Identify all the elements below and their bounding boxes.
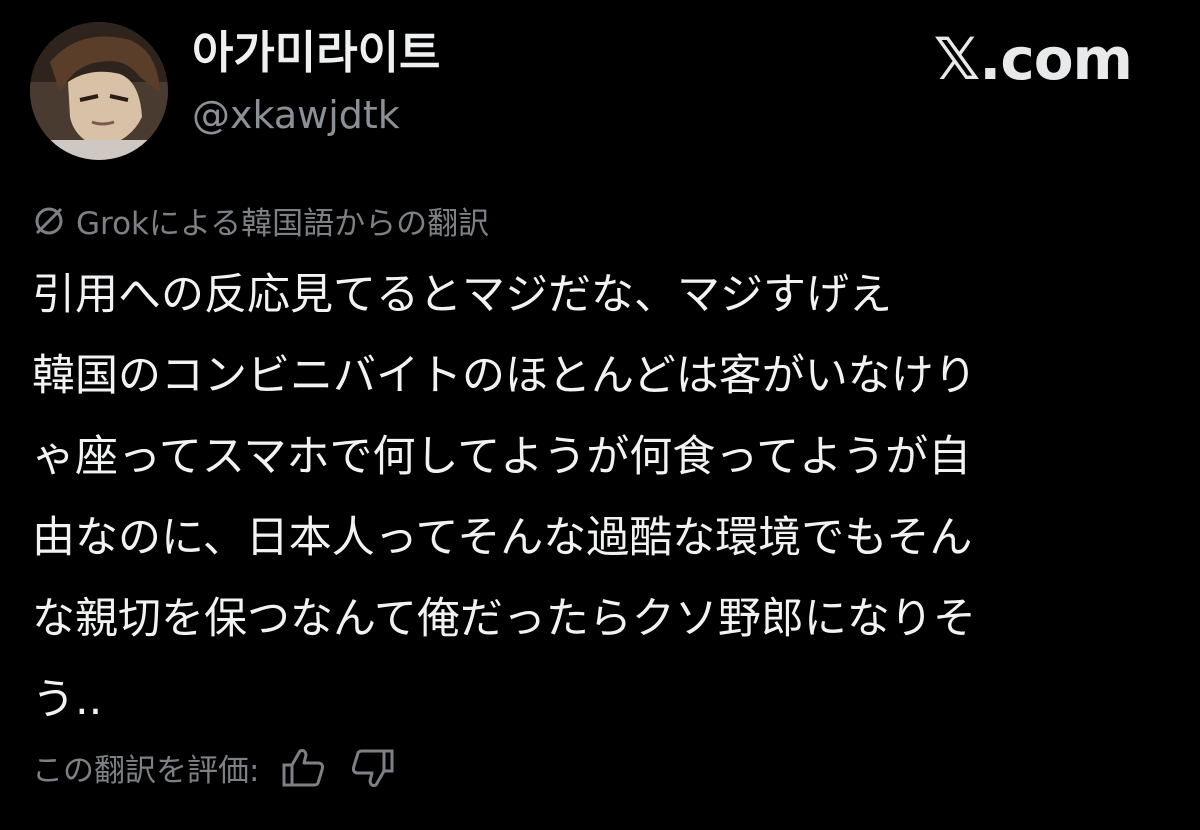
grok-icon <box>32 204 66 238</box>
user-handle[interactable]: @xkawjdtk <box>192 94 400 137</box>
tweet-screenshot: 아가미라이트 @xkawjdtk 𝕏.com Grokによる韓国語からの翻訳 引… <box>0 0 1200 830</box>
brand-logo: 𝕏.com <box>933 25 1133 93</box>
rate-translation-row: この翻訳を評価: <box>32 745 395 790</box>
tweet-line: 由なのに、日本人ってそんな過酷な環境でもそん <box>32 513 973 563</box>
translation-source-label: Grokによる韓国語からの翻訳 <box>32 198 489 243</box>
tweet-line: 引用への反応見てるとマジだな、マジすげえ <box>32 270 892 320</box>
rate-translation-label: この翻訳を評価: <box>32 753 260 789</box>
tweet-line: う.. <box>32 675 103 725</box>
tweet-body: 引用への反応見てるとマジだな、マジすげえ 韓国のコンビニバイトのほとんどは客がい… <box>32 255 1152 741</box>
tweet-line: 韓国のコンビニバイトのほとんどは客がいなけり <box>32 351 977 401</box>
avatar[interactable] <box>30 22 168 160</box>
tweet-line: ゃ座ってスマホで何してようが何食ってようが自 <box>32 432 972 482</box>
thumbs-up-icon[interactable] <box>281 747 327 789</box>
translation-label-text: Grokによる韓国語からの翻訳 <box>76 206 490 242</box>
tweet-line: な親切を保つなんて俺だったらクソ野郎になりそ <box>32 594 976 644</box>
profile-avatar-icon <box>30 22 168 160</box>
display-name[interactable]: 아가미라이트 <box>192 28 440 78</box>
thumbs-down-icon[interactable] <box>349 747 395 789</box>
